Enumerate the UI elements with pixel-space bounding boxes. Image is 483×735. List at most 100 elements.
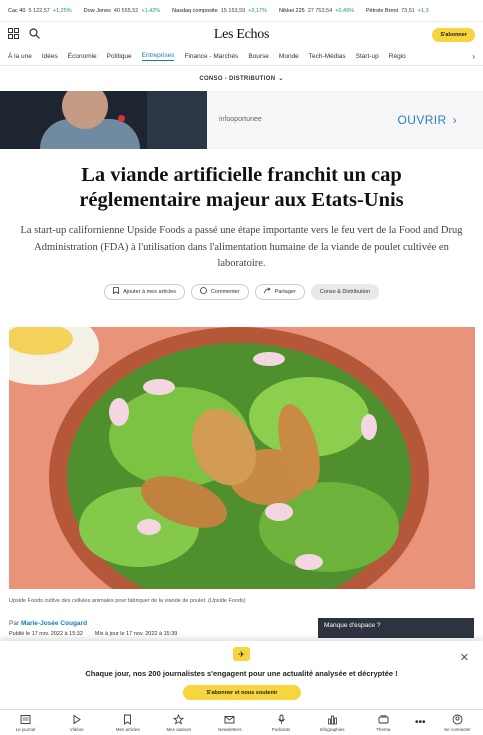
ad-image — [0, 91, 207, 149]
tab-newsletters[interactable]: Newsletters — [206, 714, 254, 732]
ticker-change: +0,49% — [335, 7, 354, 14]
tab-videos[interactable]: Vidéos — [53, 714, 101, 732]
folder-icon — [378, 714, 389, 723]
tab-label: Le journal — [15, 726, 36, 732]
related-thumb-text: Manque d'espace ? — [324, 622, 381, 629]
search-icon[interactable] — [29, 26, 40, 44]
tab-infographics[interactable]: Infographies — [308, 714, 356, 732]
comment-icon — [200, 287, 207, 296]
ticker-change: +1,3 — [417, 7, 429, 14]
les-echos-bird-icon: ✈ — [233, 647, 250, 661]
byline: Par Marie-Josée Cougard — [9, 620, 87, 627]
ticker-name: Pétrole Brent — [365, 7, 399, 14]
ticker-item[interactable]: Dow Jones 40 555,52 +1,42% — [84, 8, 161, 14]
overlay-message: Chaque jour, nos 200 journalistes s'enga… — [85, 669, 398, 678]
tab-label: Infographies — [319, 726, 345, 732]
ad-banner[interactable]: infooportunee OUVRIR › — [0, 91, 483, 149]
nav-item[interactable]: Finance - Marchés — [184, 53, 238, 60]
save-article-button[interactable]: Ajouter à mes articles — [104, 283, 185, 300]
ticker-value: 27 753,54 — [307, 7, 333, 14]
bar-chart-icon — [327, 715, 337, 724]
ticker-item[interactable]: Cac 40 5 122,57 +1,25% — [8, 8, 72, 14]
newspaper-icon — [20, 714, 31, 724]
ticker-item[interactable]: Nikkei 225 27 753,54 +0,49% — [279, 8, 354, 14]
nav-item[interactable]: Économie — [68, 53, 97, 60]
grid-menu-icon[interactable] — [8, 26, 19, 44]
share-button[interactable]: Partager — [254, 283, 305, 300]
tab-podcasts[interactable]: Podcasts — [257, 714, 305, 732]
section-label: CONSO - DISTRIBUTION — [199, 75, 276, 82]
ticker-value: 40 555,52 — [113, 7, 139, 14]
site-header: Les Echos S'abonner — [0, 22, 483, 48]
tab-login[interactable]: Se connecter — [433, 714, 481, 732]
site-logo[interactable]: Les Echos — [214, 27, 270, 43]
article-title: La viande artificielle franchit un cap r… — [79, 164, 404, 211]
tab-label: Mes articles — [115, 726, 140, 732]
nav-item[interactable]: À la une — [8, 53, 32, 60]
ticker-name: Cac 40 — [8, 7, 26, 14]
ad-open-label: OUVRIR — [397, 112, 447, 127]
nav-item[interactable]: Politique — [107, 53, 132, 60]
tab-label: Newsletters — [218, 726, 242, 732]
nav-item-active[interactable]: Entreprises — [141, 52, 175, 61]
ticker-value: 73,51 — [401, 7, 415, 14]
section-selector[interactable]: CONSO - DISTRIBUTION ⌄ — [0, 66, 483, 91]
close-icon[interactable]: ✕ — [460, 651, 469, 664]
nav-item[interactable]: Régio — [389, 53, 406, 60]
share-icon — [263, 287, 271, 296]
nav-item[interactable]: Tech-Médias — [309, 53, 346, 60]
article-lead: La start-up californienne Upside Foods a… — [20, 225, 463, 269]
ticker-change: +1,42% — [141, 7, 161, 14]
nav-item[interactable]: Idées — [42, 53, 58, 60]
comment-label: Commenter — [210, 288, 240, 295]
tab-thema[interactable]: Thema — [359, 714, 407, 732]
article-dates: Publié le 17 nov. 2022 à 15:32 Mis à jou… — [9, 631, 177, 637]
tab-my-authors[interactable]: Mes auteurs — [155, 713, 203, 732]
more-dots-icon: ••• — [415, 717, 426, 728]
ticker-change: +1,25% — [52, 7, 72, 14]
main-nav: À la une Idées Économie Politique Entrep… — [0, 48, 483, 66]
comment-button[interactable]: Commenter — [190, 283, 249, 300]
updated-date: Mis à jour le 17 nov. 2022 à 15:39 — [94, 631, 178, 637]
byline-prefix: Par — [9, 620, 20, 627]
chevron-right-icon: › — [452, 112, 457, 127]
user-icon — [452, 714, 463, 724]
market-ticker: Cac 40 5 122,57 +1,25% Dow Jones 40 555,52 +… — [0, 0, 483, 22]
image-caption: Upside Foods cultive des cellules animal… — [9, 598, 246, 604]
subscribe-button[interactable]: S'abonner — [432, 28, 475, 42]
ad-advertiser: infooportunee — [219, 116, 262, 123]
subscribe-overlay: ✈ ✕ Chaque jour, nos 200 journalistes s'… — [0, 641, 483, 709]
nav-item[interactable]: Monde — [279, 53, 299, 60]
nav-item[interactable]: Start-up — [356, 53, 379, 60]
tab-label: Se connecter — [444, 726, 471, 732]
ticker-item[interactable]: Nasdaq composite 15 153,59 +2,17% — [172, 8, 267, 14]
article-hero-image — [9, 327, 475, 589]
tab-journal[interactable]: Le journal — [2, 714, 50, 732]
ticker-value: 15 153,59 — [220, 7, 246, 14]
chevron-down-icon: ⌄ — [278, 76, 284, 82]
more-menu-button[interactable]: ••• — [410, 717, 430, 728]
related-thumbnail[interactable]: Manque d'espace ? — [318, 618, 474, 638]
bookmark-icon — [113, 287, 119, 296]
microphone-icon — [277, 714, 285, 724]
nav-item[interactable]: Bourse — [248, 53, 269, 60]
ticker-item[interactable]: Pétrole Brent 73,51 +1,3 — [366, 8, 429, 14]
share-label: Partager — [274, 288, 296, 295]
tab-label: Podcasts — [271, 726, 291, 732]
ad-open-button[interactable]: OUVRIR › — [398, 113, 457, 127]
tab-label: Mes auteurs — [166, 726, 192, 732]
topic-tag[interactable]: Conso & Distribution — [310, 283, 379, 300]
bookmark-icon — [124, 714, 132, 725]
author-link[interactable]: Marie-Josée Cougard — [21, 620, 87, 627]
article-actions: Ajouter à mes articles Commenter Partage… — [0, 283, 483, 300]
envelope-icon — [224, 715, 235, 723]
save-label: Ajouter à mes articles — [123, 288, 176, 295]
bottom-tab-bar: Le journal Vidéos Mes articles Mes auteu… — [0, 709, 483, 735]
tab-my-articles[interactable]: Mes articles — [104, 714, 152, 732]
tab-label: Thema — [376, 726, 391, 732]
star-icon — [173, 713, 185, 725]
ticker-change: +2,17% — [248, 7, 268, 14]
support-subscribe-button[interactable]: S'abonner et nous soutenir — [183, 685, 301, 700]
chevron-right-icon[interactable]: › — [472, 52, 475, 61]
tab-label: Vidéos — [69, 726, 84, 732]
